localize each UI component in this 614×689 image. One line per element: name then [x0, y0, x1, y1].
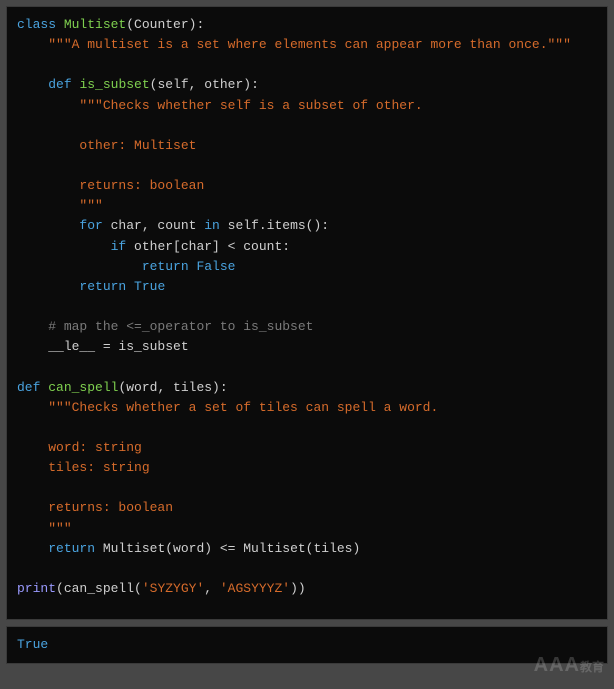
code-line: other: Multiset [17, 138, 196, 153]
code-line: if other[char] < count: [17, 239, 290, 254]
code-line: return False [17, 259, 235, 274]
code-editor-panel: class Multiset(Counter): """A multiset i… [6, 6, 608, 620]
code-line: def is_subset(self, other): [17, 77, 259, 92]
code-line: tiles: string [17, 460, 150, 475]
code-line: def can_spell(word, tiles): [17, 380, 228, 395]
code-line: __le__ = is_subset [17, 339, 189, 354]
code-line: """Checks whether a set of tiles can spe… [17, 400, 438, 415]
code-line: for char, count in self.items(): [17, 218, 329, 233]
output-value: True [17, 637, 48, 652]
code-line: # map the <=_operator to is_subset [17, 319, 313, 334]
code-line: """ [17, 198, 103, 213]
code-line: word: string [17, 440, 142, 455]
code-line: return Multiset(word) <= Multiset(tiles) [17, 541, 360, 556]
code-line: return True [17, 279, 165, 294]
code-line: print(can_spell('SYZYGY', 'AGSYYYZ')) [17, 581, 306, 596]
code-line: returns: boolean [17, 178, 204, 193]
code-line: """Checks whether self is a subset of ot… [17, 98, 423, 113]
output-panel: True [6, 626, 608, 664]
code-line: returns: boolean [17, 500, 173, 515]
code-line: class Multiset(Counter): [17, 17, 204, 32]
code-line: """A multiset is a set where elements ca… [17, 37, 571, 52]
code-line: """ [17, 521, 72, 536]
